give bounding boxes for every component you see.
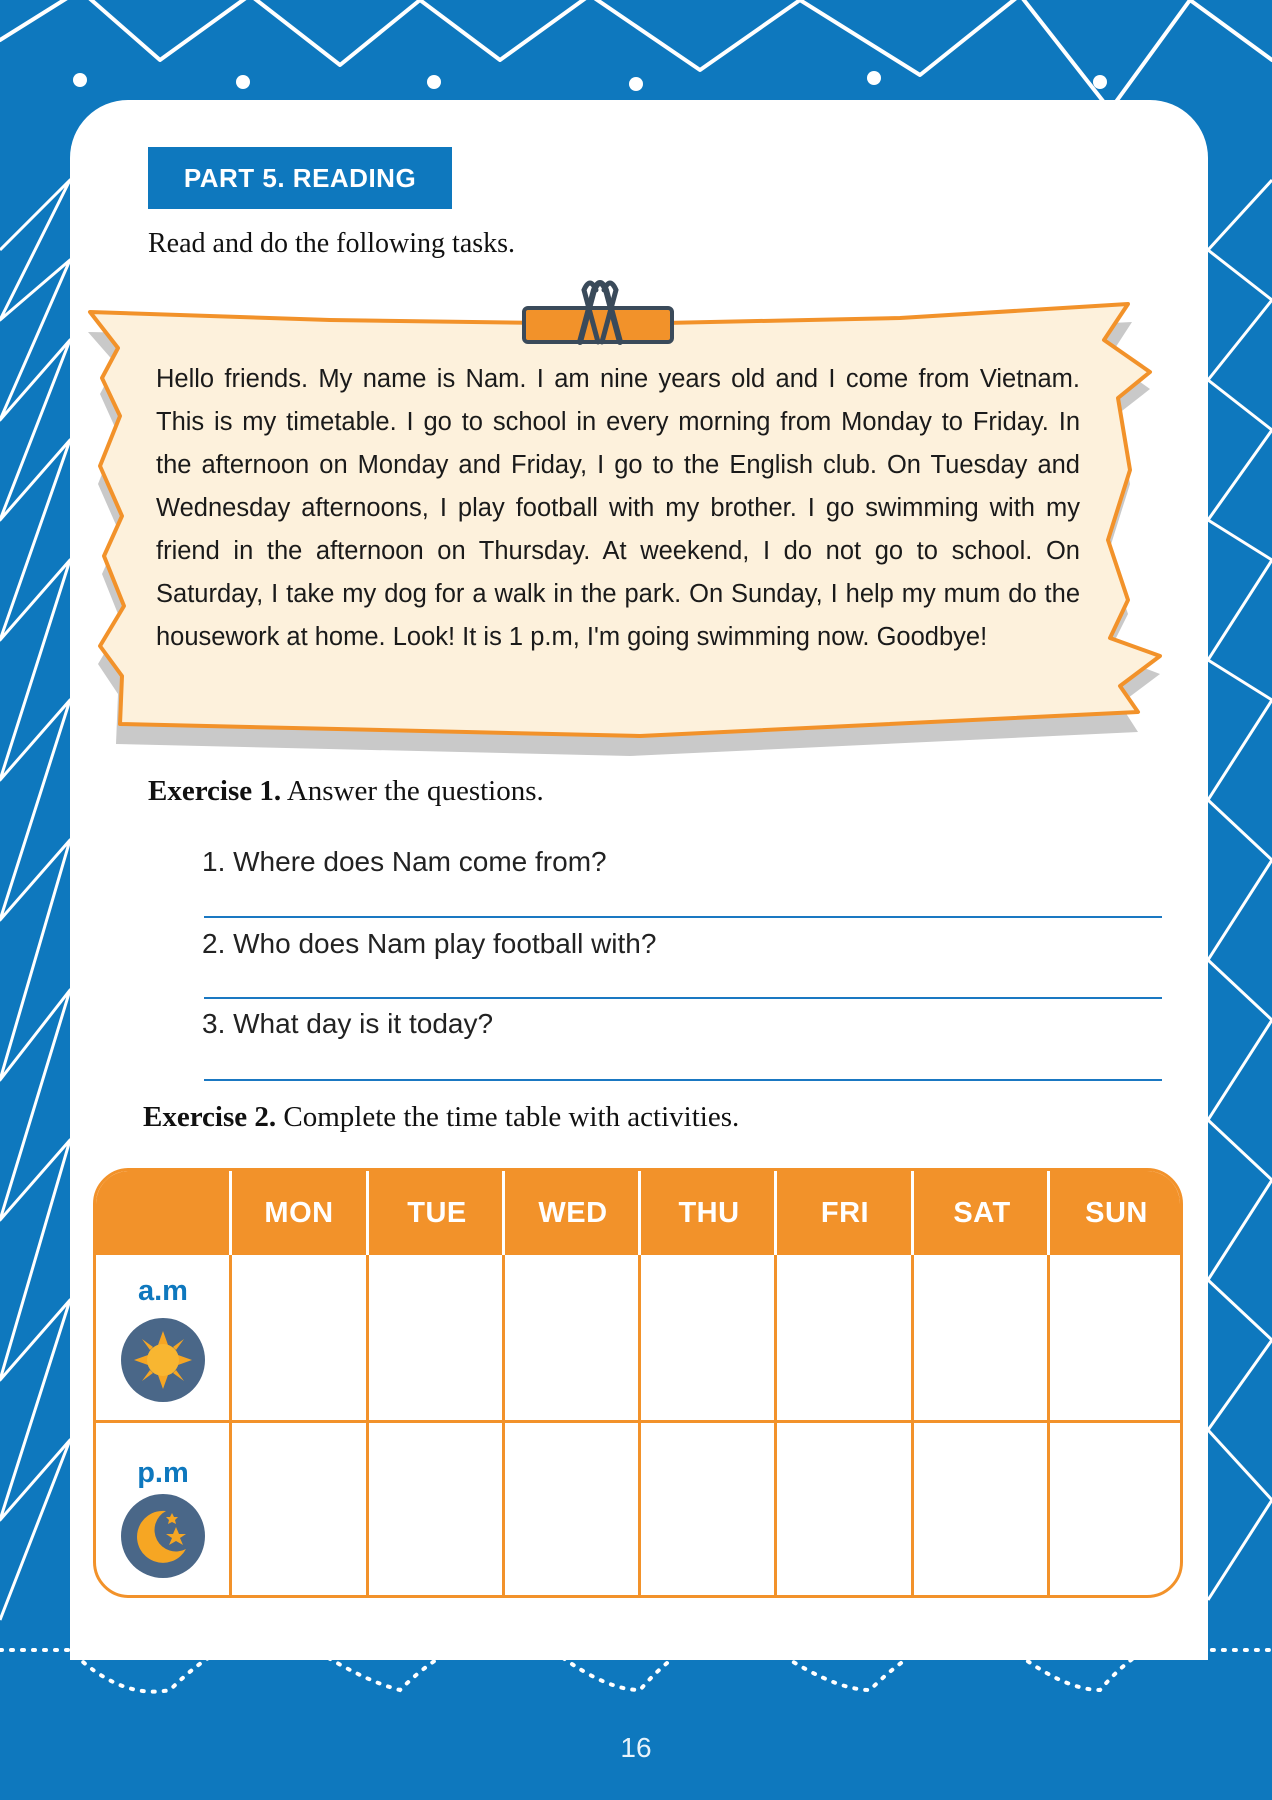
section-title: PART 5. READING [148, 147, 452, 209]
exercise-2-label: Exercise 2. [143, 1101, 277, 1133]
exercise-1-instruction: Answer the questions. [286, 775, 544, 807]
instruction-text: Read and do the following tasks. [148, 228, 516, 259]
exercise-1-heading: Exercise 1. Answer the questions. [148, 775, 544, 808]
question-2: 2. Who does Nam play football with? [202, 928, 657, 959]
timetable: MON TUE WED THU FRI SAT SUN a.m p.m [93, 1168, 1183, 1598]
moon-stars-icon [121, 1494, 205, 1578]
sun-icon [121, 1318, 205, 1402]
day-header-mon: MON [264, 1197, 334, 1229]
question-3: 3. What day is it today? [202, 1008, 494, 1039]
exercise-1-label: Exercise 1. [148, 775, 282, 807]
answer-line-3[interactable] [204, 1079, 1162, 1081]
answer-line-2[interactable] [204, 997, 1162, 999]
page-number: 16 [620, 1732, 652, 1763]
day-header-fri: FRI [820, 1197, 870, 1229]
reading-passage: Hello friends. My name is Nam. I am nine… [156, 365, 1080, 651]
exercise-2-instruction: Complete the time table with activities. [283, 1101, 740, 1133]
answer-line-1[interactable] [204, 916, 1162, 918]
day-header-tue: TUE [407, 1197, 467, 1229]
period-label-am: a.m [138, 1275, 188, 1307]
day-header-sun: SUN [1085, 1197, 1148, 1229]
period-label-pm: p.m [137, 1457, 189, 1489]
day-header-sat: SAT [953, 1197, 1011, 1229]
day-header-thu: THU [678, 1197, 740, 1229]
exercise-2-heading: Exercise 2. Complete the time table with… [143, 1101, 739, 1134]
question-1: 1. Where does Nam come from? [202, 846, 607, 877]
day-header-wed: WED [538, 1197, 608, 1229]
